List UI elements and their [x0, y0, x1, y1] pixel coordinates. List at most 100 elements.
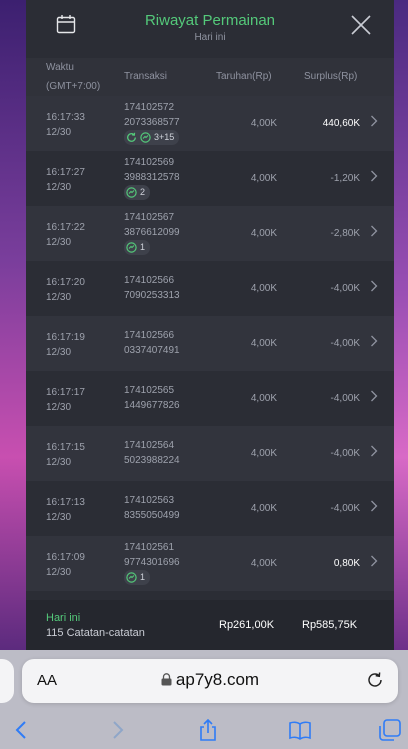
history-row[interactable]: 16:17:27 12/30 174102569 3988312578 2 4,00K -1… [26, 151, 394, 206]
back-icon[interactable] [10, 718, 34, 742]
close-icon[interactable] [350, 14, 372, 36]
row-bet: 4,00K [250, 503, 277, 514]
transaction-id: 174102565 [124, 385, 175, 396]
page-subtitle: Hari ini [194, 32, 226, 43]
total-bet: Rp261,00K [219, 619, 275, 631]
row-surplus: -4,00K [330, 448, 360, 459]
chevron-right-icon [371, 555, 378, 567]
row-date: 12/30 [46, 457, 72, 468]
history-row[interactable]: 16:17:13 12/30 174102563 8355050499 4,00K -4,… [26, 481, 394, 536]
row-surplus: 0,80K [333, 558, 360, 569]
free-game-icon [126, 242, 137, 253]
free-game-icon [140, 132, 151, 143]
column-headers: Waktu (GMT+7:00) Transaksi Taruhan(Rp) S… [26, 58, 394, 96]
row-time-value: 16:17:20 [46, 277, 85, 288]
chevron-right-icon [371, 280, 378, 292]
transaction-id: 174102569 [124, 157, 175, 168]
row-time: 16:17:27 12/30 [46, 165, 85, 195]
row-transaction: 174102563 8355050499 [124, 493, 180, 523]
col-time-tz: (GMT+7:00) [46, 81, 101, 92]
browser-toolbar: AA ap7y8.com [0, 650, 408, 749]
total-surplus: Rp585,75K [302, 619, 358, 631]
panel-header: Riwayat Permainan Hari ini [26, 0, 394, 58]
url-text: ap7y8.com [175, 670, 260, 689]
badge-text: 2 [140, 187, 146, 197]
row-time: 16:17:33 12/30 [46, 110, 85, 140]
transaction-ref: 9774301696 [124, 557, 180, 568]
row-surplus: -2,80K [330, 228, 360, 239]
transaction-ref: 1449677826 [124, 400, 180, 411]
row-transaction: 174102566 0337407491 [124, 328, 180, 358]
row-time: 16:17:19 12/30 [46, 330, 85, 360]
badge-text: 1 [140, 242, 146, 252]
row-bet: 4,00K [250, 338, 277, 349]
reload-icon[interactable] [366, 671, 384, 689]
history-row[interactable]: 16:17:22 12/30 174102567 3876612099 1 4,00K -2… [26, 206, 394, 261]
previous-tab-edge[interactable] [0, 659, 14, 703]
chevron-right-icon [371, 445, 378, 457]
row-surplus: -1,20K [330, 173, 360, 184]
history-row[interactable]: 16:17:17 12/30 174102565 1449677826 4,00K -4,… [26, 371, 394, 426]
row-time: 16:17:22 12/30 [46, 220, 85, 250]
history-row[interactable]: 16:17:33 12/30 174102572 2073368577 3+15 4,00… [26, 96, 394, 151]
url-display[interactable]: ap7y8.com [22, 670, 398, 690]
row-date: 12/30 [46, 237, 72, 248]
row-bet: 4,00K [250, 393, 277, 404]
transaction-id: 174102567 [124, 212, 175, 223]
chevron-right-icon [371, 390, 378, 402]
history-row[interactable]: 16:17:19 12/30 174102566 0337407491 4,00K -4,… [26, 316, 394, 371]
row-date: 12/30 [46, 512, 72, 523]
row-date: 12/30 [46, 127, 72, 138]
transaction-id: 174102564 [124, 440, 175, 451]
row-time-value: 16:17:33 [46, 112, 85, 123]
transaction-ref: 7090253313 [124, 290, 180, 301]
row-transaction: 174102566 7090253313 [124, 273, 180, 303]
transaction-id: 174102566 [124, 275, 175, 286]
summary-footer: Hari ini 115 Catatan-catatan Rp261,00K R… [26, 600, 394, 650]
game-badge: 3+15 [124, 130, 180, 145]
row-surplus: 440,60K [322, 118, 360, 129]
row-surplus: -4,00K [330, 503, 360, 514]
lock-icon [161, 673, 172, 686]
transaction-id: 174102572 [124, 102, 175, 113]
transaction-id: 174102566 [124, 330, 175, 341]
col-surplus: Surplus(Rp) [304, 71, 358, 82]
forward-icon[interactable] [105, 718, 129, 742]
share-icon[interactable] [196, 718, 220, 742]
browser-nav-bar [0, 710, 408, 749]
row-time-value: 16:17:15 [46, 442, 85, 453]
badge-text: 1 [140, 572, 146, 582]
row-bet: 4,00K [250, 283, 277, 294]
row-date: 12/30 [46, 402, 72, 413]
row-transaction: 174102564 5023988224 [124, 438, 180, 468]
row-transaction: 174102567 3876612099 1 [124, 210, 180, 258]
respin-icon [127, 132, 136, 142]
tabs-icon[interactable] [378, 718, 402, 742]
row-transaction: 174102565 1449677826 [124, 383, 180, 413]
history-row[interactable]: 16:17:09 12/30 174102561 9774301696 1 4,00K 0,… [26, 536, 394, 591]
address-bar[interactable]: AA ap7y8.com [22, 659, 398, 703]
row-bet: 4,00K [250, 448, 277, 459]
game-badge: 2 [124, 185, 151, 200]
bookmarks-icon[interactable] [288, 718, 312, 742]
row-surplus: -4,00K [330, 283, 360, 294]
transaction-ref: 3988312578 [124, 172, 180, 183]
transaction-ref: 0337407491 [124, 345, 180, 356]
transaction-id: 174102561 [124, 542, 175, 553]
row-surplus: -4,00K [330, 393, 360, 404]
history-row[interactable]: 16:17:15 12/30 174102564 5023988224 4,00K -4,… [26, 426, 394, 481]
row-time: 16:17:20 12/30 [46, 275, 85, 305]
row-date: 12/30 [46, 292, 72, 303]
badge-text: 3+15 [154, 132, 175, 142]
row-time: 16:17:15 12/30 [46, 440, 85, 470]
transaction-ref: 3876612099 [124, 227, 180, 238]
row-time-value: 16:17:09 [46, 552, 85, 563]
row-bet: 4,00K [250, 558, 277, 569]
col-transaction: Transaksi [124, 71, 167, 82]
chevron-right-icon [371, 335, 378, 347]
col-bet: Taruhan(Rp) [216, 71, 272, 82]
chevron-right-icon [371, 170, 378, 182]
row-transaction: 174102569 3988312578 2 [124, 155, 180, 203]
game-history-panel: Riwayat Permainan Hari ini Waktu (GMT+7:… [26, 0, 394, 650]
history-row[interactable]: 16:17:20 12/30 174102566 7090253313 4,00K -4,… [26, 261, 394, 316]
